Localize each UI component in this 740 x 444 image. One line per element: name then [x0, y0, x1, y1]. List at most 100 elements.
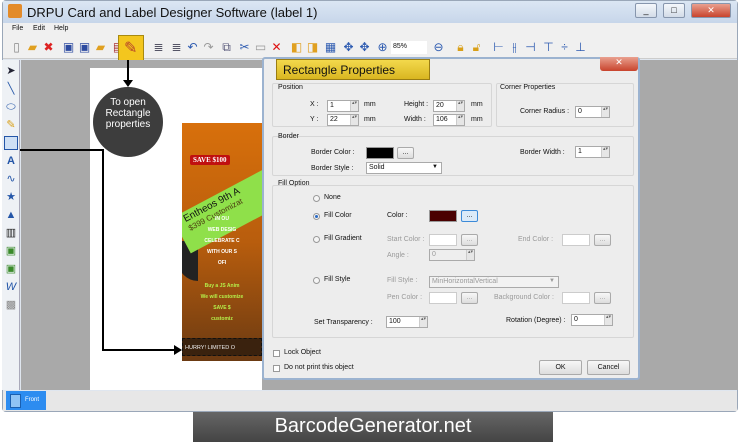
- spinner-icon[interactable]: ▴▾: [604, 315, 612, 325]
- align-middle-icon[interactable]: ÷: [557, 40, 572, 55]
- align-top-icon[interactable]: ⊤: [541, 40, 556, 55]
- fill-color-label: Fill Color: [324, 212, 352, 219]
- border-color-button[interactable]: ...: [397, 147, 414, 159]
- close-file-icon[interactable]: ✖: [41, 40, 56, 55]
- align-left-icon[interactable]: ⊢: [491, 40, 506, 55]
- rectangle-properties-toolbar-button[interactable]: ✎: [118, 35, 144, 61]
- align-bottom-icon[interactable]: ⊥: [573, 40, 588, 55]
- pencil-tool-icon[interactable]: ✎: [4, 118, 18, 132]
- fill-none-radio[interactable]: [313, 195, 320, 202]
- fill-style-select[interactable]: MinHorizontalVertical ▼: [429, 276, 559, 288]
- copy-icon[interactable]: ⧉: [219, 40, 234, 55]
- database-icon[interactable]: ≣: [151, 40, 166, 55]
- pen-color-swatch[interactable]: [429, 292, 457, 304]
- rectangle-tool-icon[interactable]: [4, 136, 18, 150]
- star-tool-icon[interactable]: ★: [4, 190, 18, 204]
- cut-icon[interactable]: ✂: [237, 40, 252, 55]
- picture-tool-icon[interactable]: ▣: [4, 262, 18, 276]
- zoom-out-icon[interactable]: ⊖: [431, 40, 446, 55]
- corner-radius-input[interactable]: 0 ▴▾: [575, 106, 610, 118]
- select-tool-icon[interactable]: ➤: [4, 64, 18, 78]
- transparency-input[interactable]: 100 ▴▾: [386, 316, 428, 328]
- align-right-icon[interactable]: ⊣: [523, 40, 538, 55]
- pan-icon[interactable]: ✥: [357, 40, 372, 55]
- spinner-icon[interactable]: ▴▾: [466, 250, 474, 260]
- paste-icon[interactable]: ▭: [253, 40, 268, 55]
- rotation-value: 0: [574, 316, 578, 323]
- curve-tool-icon[interactable]: ∿: [4, 172, 18, 186]
- image-tool-icon[interactable]: ▣: [4, 244, 18, 258]
- menu-file[interactable]: File: [12, 25, 23, 32]
- end-color-swatch[interactable]: [562, 234, 590, 246]
- send-back-icon[interactable]: ◨: [305, 40, 320, 55]
- spinner-icon[interactable]: ▴▾: [456, 115, 464, 125]
- wordart-tool-icon[interactable]: W: [4, 280, 18, 294]
- do-not-print-checkbox[interactable]: [273, 365, 280, 372]
- start-color-swatch[interactable]: [429, 234, 457, 246]
- ok-button[interactable]: OK: [539, 360, 582, 375]
- new-icon[interactable]: ▯: [9, 40, 24, 55]
- fill-color-swatch[interactable]: [429, 210, 457, 222]
- spinner-icon[interactable]: ▴▾: [350, 101, 358, 111]
- spinner-icon[interactable]: ▴▾: [601, 147, 609, 157]
- bring-front-icon[interactable]: ◧: [289, 40, 304, 55]
- lock-icon[interactable]: 🔒︎: [453, 40, 468, 55]
- selected-rectangle[interactable]: HURRY! LIMITED O: [182, 338, 262, 356]
- export-icon[interactable]: ▰: [93, 40, 108, 55]
- background-color-button[interactable]: ...: [594, 292, 611, 304]
- fill-gradient-radio[interactable]: [313, 236, 320, 243]
- start-color-button[interactable]: ...: [461, 234, 478, 246]
- width-input[interactable]: 106 ▴▾: [433, 114, 465, 126]
- lock-object-checkbox[interactable]: [273, 350, 280, 357]
- maximize-button[interactable]: □: [663, 3, 685, 18]
- fill-style-radio[interactable]: [313, 277, 320, 284]
- zoom-in-icon[interactable]: ⊕: [375, 40, 390, 55]
- center-icon[interactable]: ✥: [341, 40, 356, 55]
- height-input[interactable]: 20 ▴▾: [433, 100, 465, 112]
- angle-input[interactable]: 0 ▴▾: [429, 249, 475, 261]
- callout-bubble: To open Rectangle properties: [93, 87, 163, 157]
- cancel-button[interactable]: Cancel: [587, 360, 630, 375]
- delete-icon[interactable]: ✕: [269, 40, 284, 55]
- spinner-icon[interactable]: ▴▾: [350, 115, 358, 125]
- minimize-button[interactable]: _: [635, 3, 657, 18]
- pen-color-label: Pen Color :: [387, 294, 423, 301]
- spinner-icon[interactable]: ▴▾: [601, 107, 609, 117]
- align-center-icon[interactable]: ⫲: [507, 40, 522, 55]
- triangle-tool-icon[interactable]: ▲: [4, 208, 18, 222]
- border-style-select[interactable]: Solid ▼: [366, 162, 442, 174]
- pattern-tool-icon[interactable]: ▩: [4, 298, 18, 312]
- ellipse-tool-icon[interactable]: ⬭: [4, 100, 18, 114]
- rotation-input[interactable]: 0 ▴▾: [571, 314, 613, 326]
- close-button[interactable]: ✕: [691, 3, 731, 18]
- border-width-input[interactable]: 1 ▴▾: [575, 146, 610, 158]
- database2-icon[interactable]: ≣: [169, 40, 184, 55]
- fill-color-radio[interactable]: [313, 213, 320, 220]
- zoom-select[interactable]: 85%: [391, 41, 427, 54]
- menu-edit[interactable]: Edit: [33, 25, 45, 32]
- open-icon[interactable]: ▰: [25, 40, 40, 55]
- save-icon[interactable]: ▣: [61, 40, 76, 55]
- end-color-button[interactable]: ...: [594, 234, 611, 246]
- pen-color-button[interactable]: ...: [461, 292, 478, 304]
- tab-front[interactable]: Front: [6, 391, 46, 410]
- unlock-icon[interactable]: 🔓︎: [469, 40, 484, 55]
- dialog-close-button[interactable]: ✕: [600, 57, 638, 71]
- save-as-icon[interactable]: ▣: [77, 40, 92, 55]
- undo-icon[interactable]: ↶: [185, 40, 200, 55]
- redo-icon[interactable]: ↷: [201, 40, 216, 55]
- grid-icon[interactable]: ▦: [323, 40, 338, 55]
- text-tool-icon[interactable]: A: [4, 154, 18, 168]
- fill-color-button[interactable]: ...: [461, 210, 478, 222]
- barcode-tool-icon[interactable]: ▥: [4, 226, 18, 240]
- x-input[interactable]: 1 ▴▾: [327, 100, 359, 112]
- border-color-swatch[interactable]: [366, 147, 394, 159]
- y-input[interactable]: 22 ▴▾: [327, 114, 359, 126]
- line-tool-icon[interactable]: ╲: [4, 82, 18, 96]
- menu-help[interactable]: Help: [54, 25, 68, 32]
- background-color-swatch[interactable]: [562, 292, 590, 304]
- height-label: Height :: [404, 101, 429, 108]
- spinner-icon[interactable]: ▴▾: [456, 101, 464, 111]
- spinner-icon[interactable]: ▴▾: [419, 317, 427, 327]
- border-style-label: Border Style :: [311, 165, 354, 172]
